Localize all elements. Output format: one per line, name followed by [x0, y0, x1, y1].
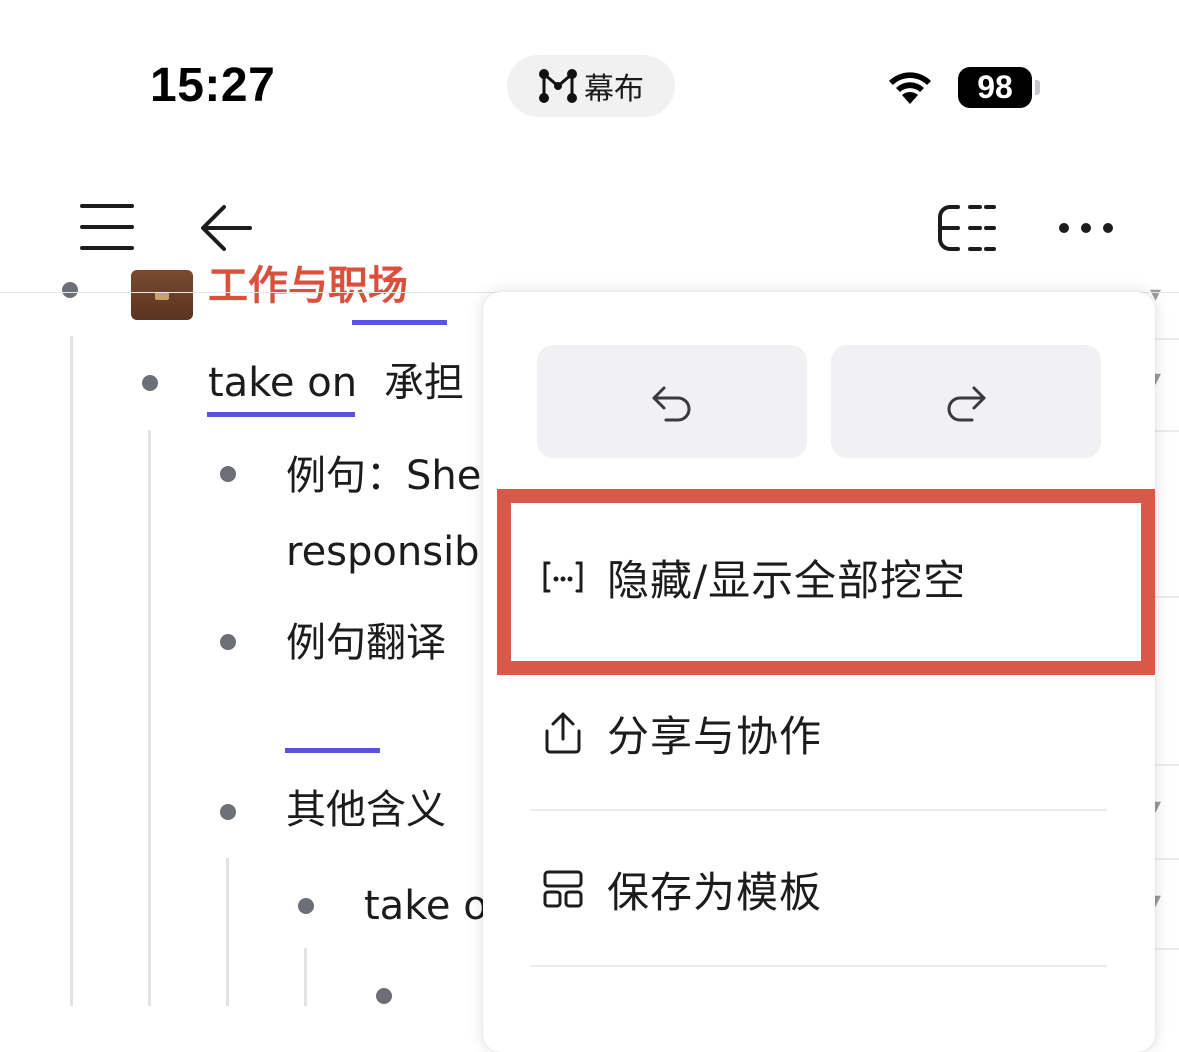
battery-nub	[1035, 80, 1040, 95]
menu-item-label: 保存为模板	[607, 867, 823, 917]
status-time: 15:27	[150, 59, 276, 112]
cloze-underline	[285, 748, 380, 753]
battery-indicator: 98	[958, 67, 1032, 108]
node-meaning[interactable]: 承担	[384, 359, 464, 407]
menu-item-label: 分享与协作	[607, 711, 823, 761]
back-arrow-icon[interactable]	[200, 203, 254, 253]
other-meanings-label[interactable]: 其他含义	[286, 786, 446, 834]
translation-label[interactable]: 例句翻译	[286, 619, 446, 667]
template-icon	[543, 870, 583, 908]
menu-item-save-template[interactable]: 保存为模板	[539, 854, 822, 924]
menu-item-share[interactable]: 分享与协作	[539, 698, 822, 768]
indent-guide	[70, 336, 73, 1006]
indent-guide	[226, 858, 229, 1006]
menu-hamburger-icon[interactable]	[80, 203, 134, 251]
app-name: 幕布	[584, 72, 644, 107]
node-term[interactable]: take on	[208, 359, 357, 407]
mubu-logo-icon	[539, 69, 577, 103]
indent-guide	[304, 948, 307, 1006]
more-options-icon[interactable]	[1058, 220, 1114, 236]
redo-icon	[947, 386, 986, 421]
indent-guide	[148, 430, 151, 1006]
bullet[interactable]	[220, 466, 236, 482]
app-indicator-pill[interactable]: 幕布	[507, 55, 675, 117]
cloze-underline	[207, 412, 355, 417]
menu-separator	[531, 809, 1107, 811]
bullet[interactable]	[62, 282, 78, 298]
briefcase-emoji-icon	[131, 270, 193, 320]
bullet[interactable]	[220, 634, 236, 650]
bullet[interactable]	[298, 898, 314, 914]
share-icon	[545, 712, 581, 754]
example-line-1[interactable]: 例句：She	[286, 452, 481, 500]
cloze-underline	[352, 320, 447, 325]
section-header[interactable]: 工作与职场	[208, 262, 408, 310]
wifi-icon	[889, 72, 931, 104]
undo-icon	[652, 386, 691, 421]
highlight-annotation-box	[497, 489, 1155, 675]
undo-button[interactable]	[537, 345, 807, 458]
mindmap-view-icon[interactable]	[936, 203, 998, 253]
bullet[interactable]	[142, 375, 158, 391]
redo-button[interactable]	[831, 345, 1101, 458]
menu-separator	[531, 965, 1107, 967]
sub-node-term[interactable]: take o	[364, 882, 488, 930]
bullet[interactable]	[220, 804, 236, 820]
example-line-2[interactable]: responsib	[286, 528, 480, 576]
